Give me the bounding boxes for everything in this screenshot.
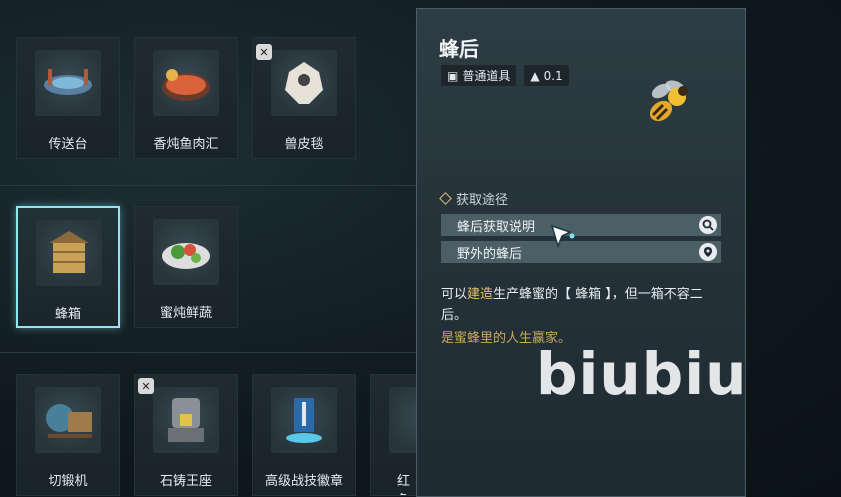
category-label: 普通道具 [462,69,511,83]
item-label: 高级战技徽章 [264,474,343,489]
queen-bee-icon [649,80,688,122]
honey-veggies-icon [153,219,219,285]
item-label: 传送台 [48,137,88,152]
diamond-icon [439,192,452,205]
lock-icon: ✕ [138,378,154,394]
item-card-honey-veggies[interactable]: 蜜炖鲜蔬 [134,206,238,328]
acquire-section-header: 获取途径 [439,189,509,208]
bag-icon: ▣ [447,68,459,83]
beehive-icon [36,220,102,286]
item-meta: ▣ 普通道具 ▲ 0.1 [441,65,569,86]
item-label: 切锻机 [48,474,88,489]
item-label: 红色 [397,474,411,495]
item-detail-panel: 蜂后 ▣ 普通道具 ▲ 0.1 获取途径 蜂后获取说明 野外的蜂后 可以建造生产… [416,8,746,497]
source-row-wild[interactable]: 野外的蜂后 [441,241,721,263]
row-divider [0,185,420,186]
desc-highlight: 建造 [467,287,494,302]
stone-throne-icon [153,387,219,453]
item-label: 兽皮毯 [284,137,324,152]
item-card-beehive[interactable]: 蜂箱 [16,206,120,328]
source-label: 野外的蜂后 [457,246,523,262]
combat-badge-icon [271,387,337,453]
fish-stew-icon [153,50,219,116]
item-card-fish-stew[interactable]: 香炖鱼肉汇 [134,37,238,159]
item-grid: 传送台 香炖鱼肉汇 兽皮毯 ✕ 蜂箱 蜜炖鲜蔬 切锻机 石铸王座 ✕ 高级战技徽… [0,0,420,497]
item-label: 香炖鱼肉汇 [153,137,219,152]
item-label: 石铸王座 [159,474,212,489]
watermark-text: biubiu [536,340,748,408]
row-divider [0,352,420,353]
lock-icon: ✕ [256,44,272,60]
category-tag: ▣ 普通道具 [441,65,517,86]
item-description: 可以建造生产蜂蜜的【 蜂箱 】，但一箱不容二后。 [441,284,726,326]
item-card-teleporter[interactable]: 传送台 [16,37,120,159]
source-label: 蜂后获取说明 [457,219,536,235]
source-row-guide[interactable]: 蜂后获取说明 [441,214,721,236]
item-card-red-item[interactable]: 红色 [370,374,420,496]
item-card-forge-machine[interactable]: 切锻机 [16,374,120,496]
search-icon[interactable] [699,216,717,234]
teleporter-icon [35,50,101,116]
weight-tag: ▲ 0.1 [524,65,569,86]
section-title: 获取途径 [456,193,509,208]
weight-icon: ▲ [530,68,540,83]
desc-text: 可以 [441,287,468,302]
mouse-cursor-icon [550,224,575,249]
item-label: 蜜炖鲜蔬 [159,306,212,321]
item-label: 蜂箱 [54,307,81,322]
map-pin-icon[interactable] [699,243,717,261]
forge-machine-icon [35,387,101,453]
item-card-combat-badge[interactable]: 高级战技徽章 [252,374,356,496]
weight-value: 0.1 [543,68,563,83]
fur-rug-icon [271,50,337,116]
item-title: 蜂后 [439,37,479,61]
